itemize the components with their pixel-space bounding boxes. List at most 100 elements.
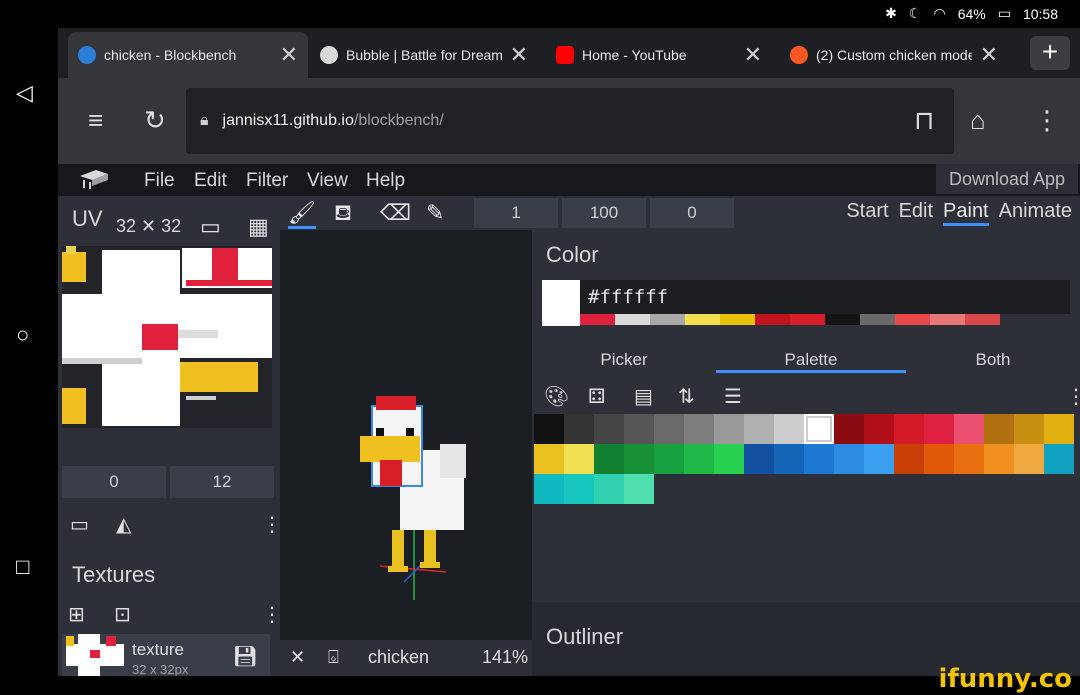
tab-picker[interactable]: Picker (572, 350, 676, 370)
palette-swatch[interactable] (564, 444, 594, 474)
address-bar[interactable]: 🔒︎ jannisx11.github.io/blockbench/ (186, 88, 954, 154)
palette-swatch[interactable] (624, 414, 654, 444)
palette-swatch[interactable] (744, 414, 774, 444)
back-icon[interactable]: ◁ (16, 80, 33, 106)
dice-icon[interactable]: ⚃ (588, 384, 605, 409)
palette-swatch[interactable] (774, 414, 804, 444)
tab-youtube[interactable]: Home - YouTube ✕ (546, 32, 772, 78)
uv-input-y[interactable]: 12 (170, 466, 274, 498)
palette-swatch[interactable] (834, 414, 864, 444)
close-icon[interactable]: ✕ (290, 647, 305, 668)
history-swatch[interactable] (580, 314, 615, 325)
mode-start[interactable]: Start (846, 200, 888, 226)
home-icon[interactable]: ○ (16, 322, 29, 348)
palette-swatch[interactable] (594, 414, 624, 444)
tab-bubble[interactable]: Bubble | Battle for Dream I ✕ (310, 32, 538, 78)
home-page-icon[interactable]: ⌂ (970, 105, 986, 136)
download-app-button[interactable]: Download App (936, 164, 1078, 194)
reload-icon[interactable]: ↻ (144, 105, 166, 136)
save-icon[interactable]: 💾︎ (233, 644, 258, 669)
mode-edit[interactable]: Edit (899, 200, 933, 226)
palette-swatch[interactable] (984, 444, 1014, 474)
mode-animate[interactable]: Animate (999, 200, 1072, 226)
palette-swatch[interactable] (774, 444, 804, 474)
close-tab-icon[interactable]: ✕ (980, 42, 998, 68)
more-vert-icon[interactable]: ⋮ (262, 602, 282, 627)
current-color-swatch[interactable] (542, 280, 580, 326)
new-tab-button[interactable]: + (1030, 36, 1070, 70)
palette-swatch[interactable] (624, 474, 654, 504)
add-texture-icon[interactable]: ⊞ (68, 602, 85, 627)
history-swatch[interactable] (755, 314, 790, 325)
menu-help[interactable]: Help (366, 170, 405, 192)
palette-swatch[interactable] (564, 474, 594, 504)
bookmark-icon[interactable]: ⊓ (914, 105, 934, 136)
palette-swatch[interactable] (984, 414, 1014, 444)
palette-swatch[interactable] (594, 474, 624, 504)
palette-swatch[interactable] (894, 414, 924, 444)
recents-icon[interactable]: □ (16, 554, 29, 580)
palette-swatch[interactable] (534, 474, 564, 504)
menu-hamburger-icon[interactable]: ≡ (88, 105, 103, 136)
uv-input-x[interactable]: 0 (62, 466, 166, 498)
palette-swatch[interactable] (924, 414, 954, 444)
brush-size-input[interactable]: 1 (474, 198, 558, 228)
palette-swatch[interactable] (654, 414, 684, 444)
history-swatch[interactable] (825, 314, 860, 325)
palette-swatch[interactable] (534, 414, 564, 444)
palette-swatch[interactable] (684, 414, 714, 444)
palette-swatch[interactable] (924, 444, 954, 474)
palette-swatch[interactable] (1014, 444, 1044, 474)
menu-file[interactable]: File (144, 170, 175, 192)
tab-reddit[interactable]: (2) Custom chicken models ✕ (780, 32, 1008, 78)
tab-palette[interactable]: Palette (716, 350, 906, 373)
import-texture-icon[interactable]: ⊡ (114, 602, 131, 627)
palette-swatch[interactable] (654, 444, 684, 474)
palette-swatch[interactable] (864, 444, 894, 474)
sort-icon[interactable]: ⇅ (678, 384, 695, 409)
palette-swatch[interactable] (954, 444, 984, 474)
history-swatch[interactable] (685, 314, 720, 325)
history-swatch[interactable] (790, 314, 825, 325)
tab-both[interactable]: Both (946, 350, 1040, 370)
fill-bucket-icon[interactable]: ⛾ (334, 200, 352, 229)
history-swatch[interactable] (895, 314, 930, 325)
history-swatch[interactable] (965, 314, 1000, 325)
palette-swatch[interactable] (564, 414, 594, 444)
palette-swatch[interactable] (594, 444, 624, 474)
palette-swatch[interactable] (804, 444, 834, 474)
palette-swatch[interactable] (834, 444, 864, 474)
more-vert-icon[interactable]: ⋮ (262, 512, 282, 537)
tab-blockbench[interactable]: chicken - Blockbench ✕ (68, 32, 308, 78)
hex-input[interactable]: #ffffff (580, 280, 1070, 314)
palette-swatch[interactable] (1044, 414, 1074, 444)
brush-opacity-input[interactable]: 100 (562, 198, 646, 228)
history-swatch[interactable] (930, 314, 965, 325)
eraser-icon[interactable]: ⌫ (380, 200, 411, 226)
palette-swatch[interactable] (684, 444, 714, 474)
mirror-icon[interactable]: ◭ (116, 512, 131, 537)
palette-swatch[interactable] (744, 444, 774, 474)
history-swatch[interactable] (650, 314, 685, 325)
history-swatch[interactable] (860, 314, 895, 325)
palette-swatch[interactable] (894, 444, 924, 474)
brush-icon[interactable]: 🖌︎ (288, 200, 316, 229)
close-tab-icon[interactable]: ✕ (510, 42, 528, 68)
table-icon[interactable]: ▤ (634, 384, 653, 409)
menu-view[interactable]: View (307, 170, 348, 192)
3d-viewport[interactable] (280, 230, 532, 640)
fullscreen-icon[interactable]: ▭ (200, 214, 221, 240)
more-vert-icon[interactable]: ⋮ (1034, 105, 1060, 136)
history-swatch[interactable] (615, 314, 650, 325)
menu-edit[interactable]: Edit (194, 170, 227, 192)
uv-texture-canvas[interactable] (62, 246, 272, 428)
palette-swatch[interactable] (1014, 414, 1044, 444)
palette-swatch[interactable] (804, 414, 834, 444)
more-vert-icon[interactable]: ⋮ (1066, 384, 1080, 409)
palette-swatch[interactable] (954, 414, 984, 444)
palette-swatch[interactable] (1044, 444, 1074, 474)
palette-swatch[interactable] (714, 414, 744, 444)
close-tab-icon[interactable]: ✕ (280, 42, 298, 68)
palette-icon[interactable]: 🎨︎ (544, 384, 569, 409)
close-tab-icon[interactable]: ✕ (744, 42, 762, 68)
